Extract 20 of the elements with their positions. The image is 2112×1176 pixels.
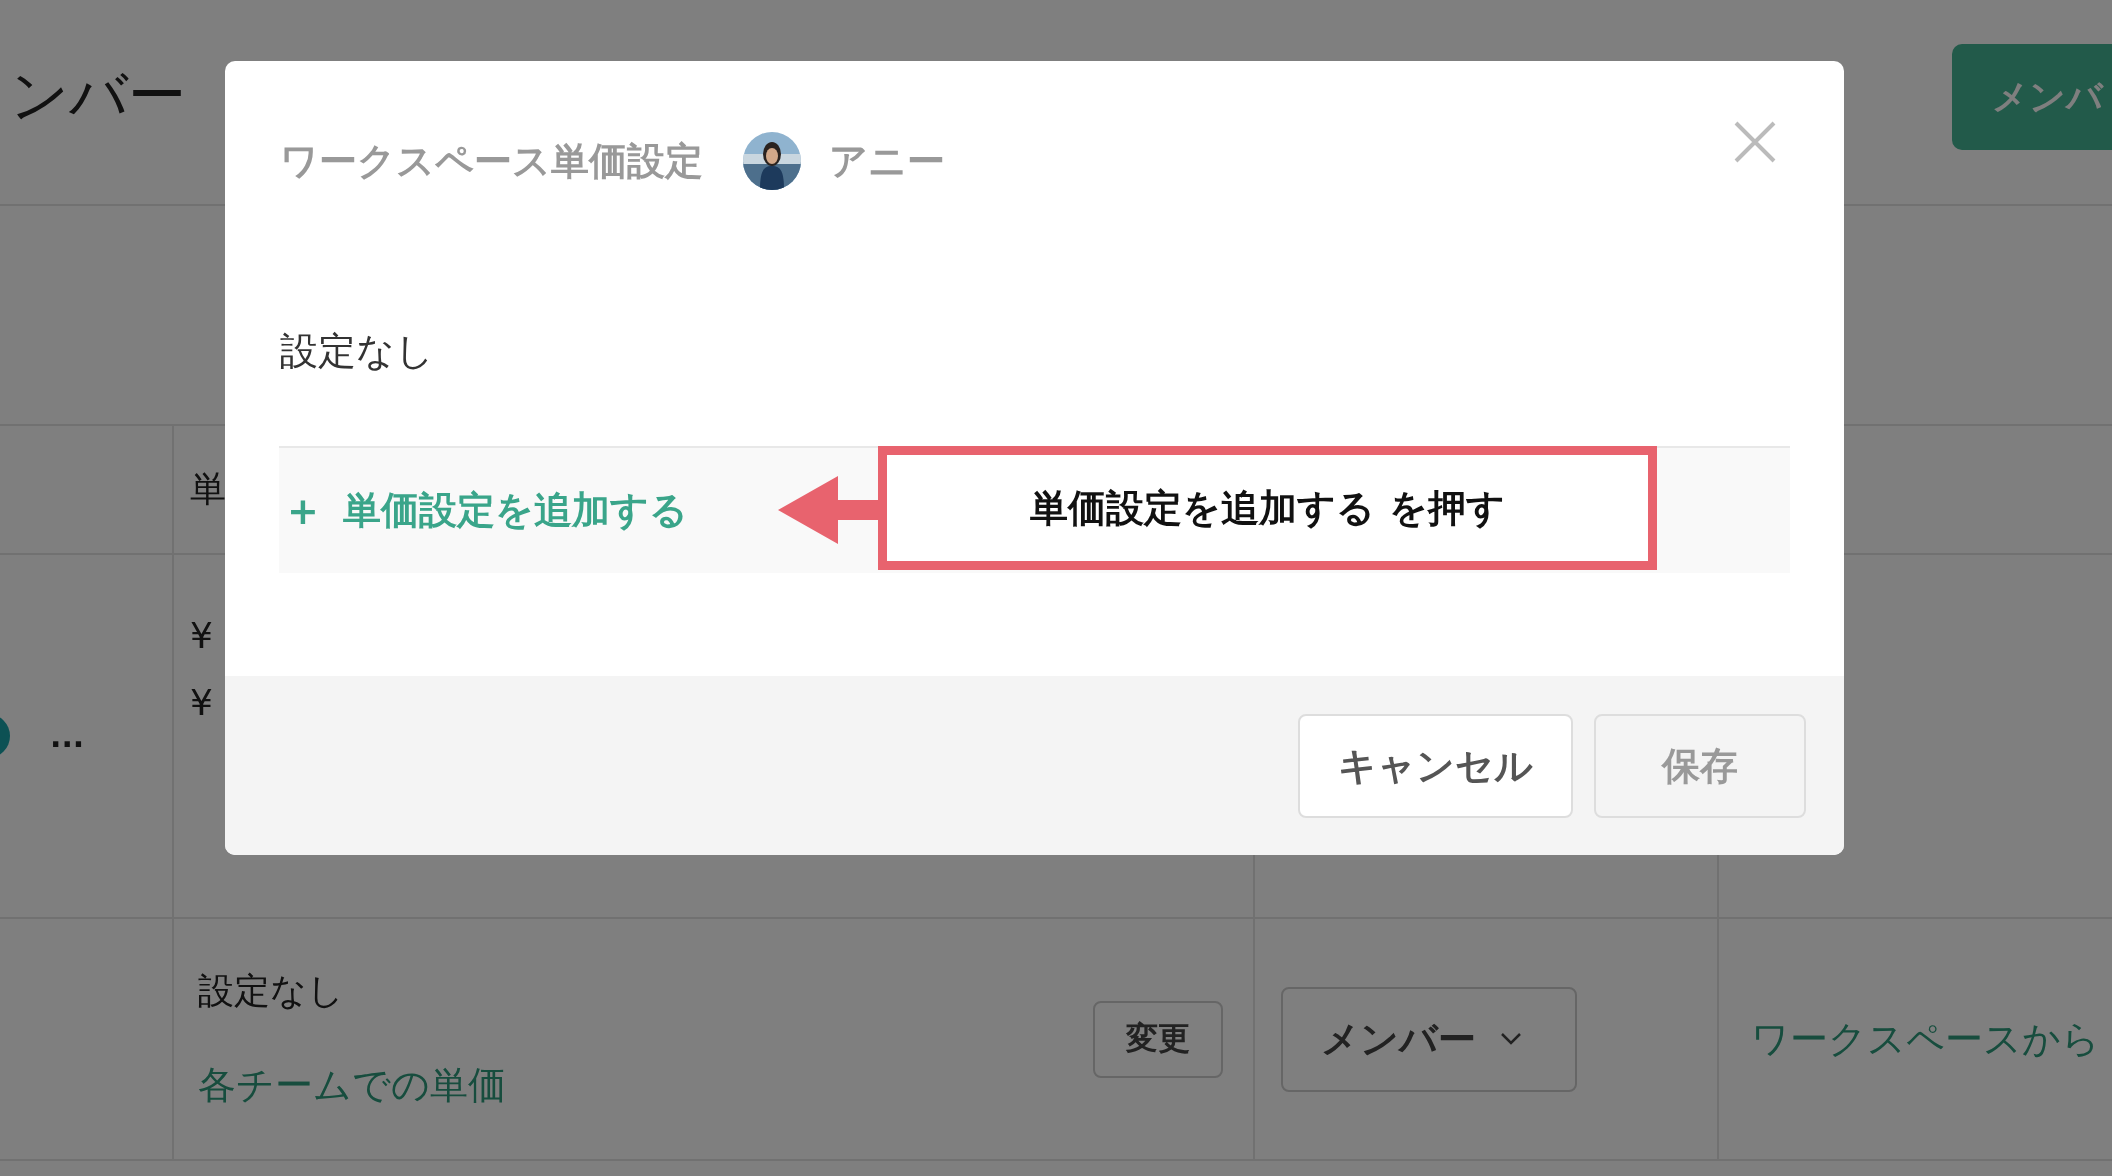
column-header: 単 [190, 467, 226, 511]
remove-link[interactable]: ワークスペースから [1719, 1013, 2100, 1065]
page-title: ンバー [10, 62, 186, 128]
cancel-button[interactable]: キャンセル [1298, 714, 1573, 818]
price-text: ¥ [190, 682, 214, 723]
change-button[interactable]: 変更 [1093, 1000, 1223, 1078]
team-price-link[interactable]: 各チームでの単価 [198, 1060, 506, 1111]
add-price-button[interactable]: + 単価設定を追加する [279, 485, 688, 536]
price-text: ¥ [190, 615, 214, 656]
user-name: アニー [829, 137, 945, 185]
price-status: 設定なし [198, 969, 345, 1013]
add-member-button[interactable]: メンバ [1952, 44, 2112, 150]
more-menu[interactable]: ... [50, 718, 85, 754]
role-dropdown[interactable]: メンバー [1281, 986, 1577, 1092]
dialog-title: ワークスペース単価設定 [280, 137, 703, 185]
status-text: 設定なし [280, 328, 434, 375]
annotation-callout: 単価設定を追加する を押す [878, 446, 1657, 570]
caret-icon [1500, 1032, 1522, 1046]
arrow-icon [778, 476, 878, 544]
close-icon[interactable] [1732, 119, 1778, 165]
